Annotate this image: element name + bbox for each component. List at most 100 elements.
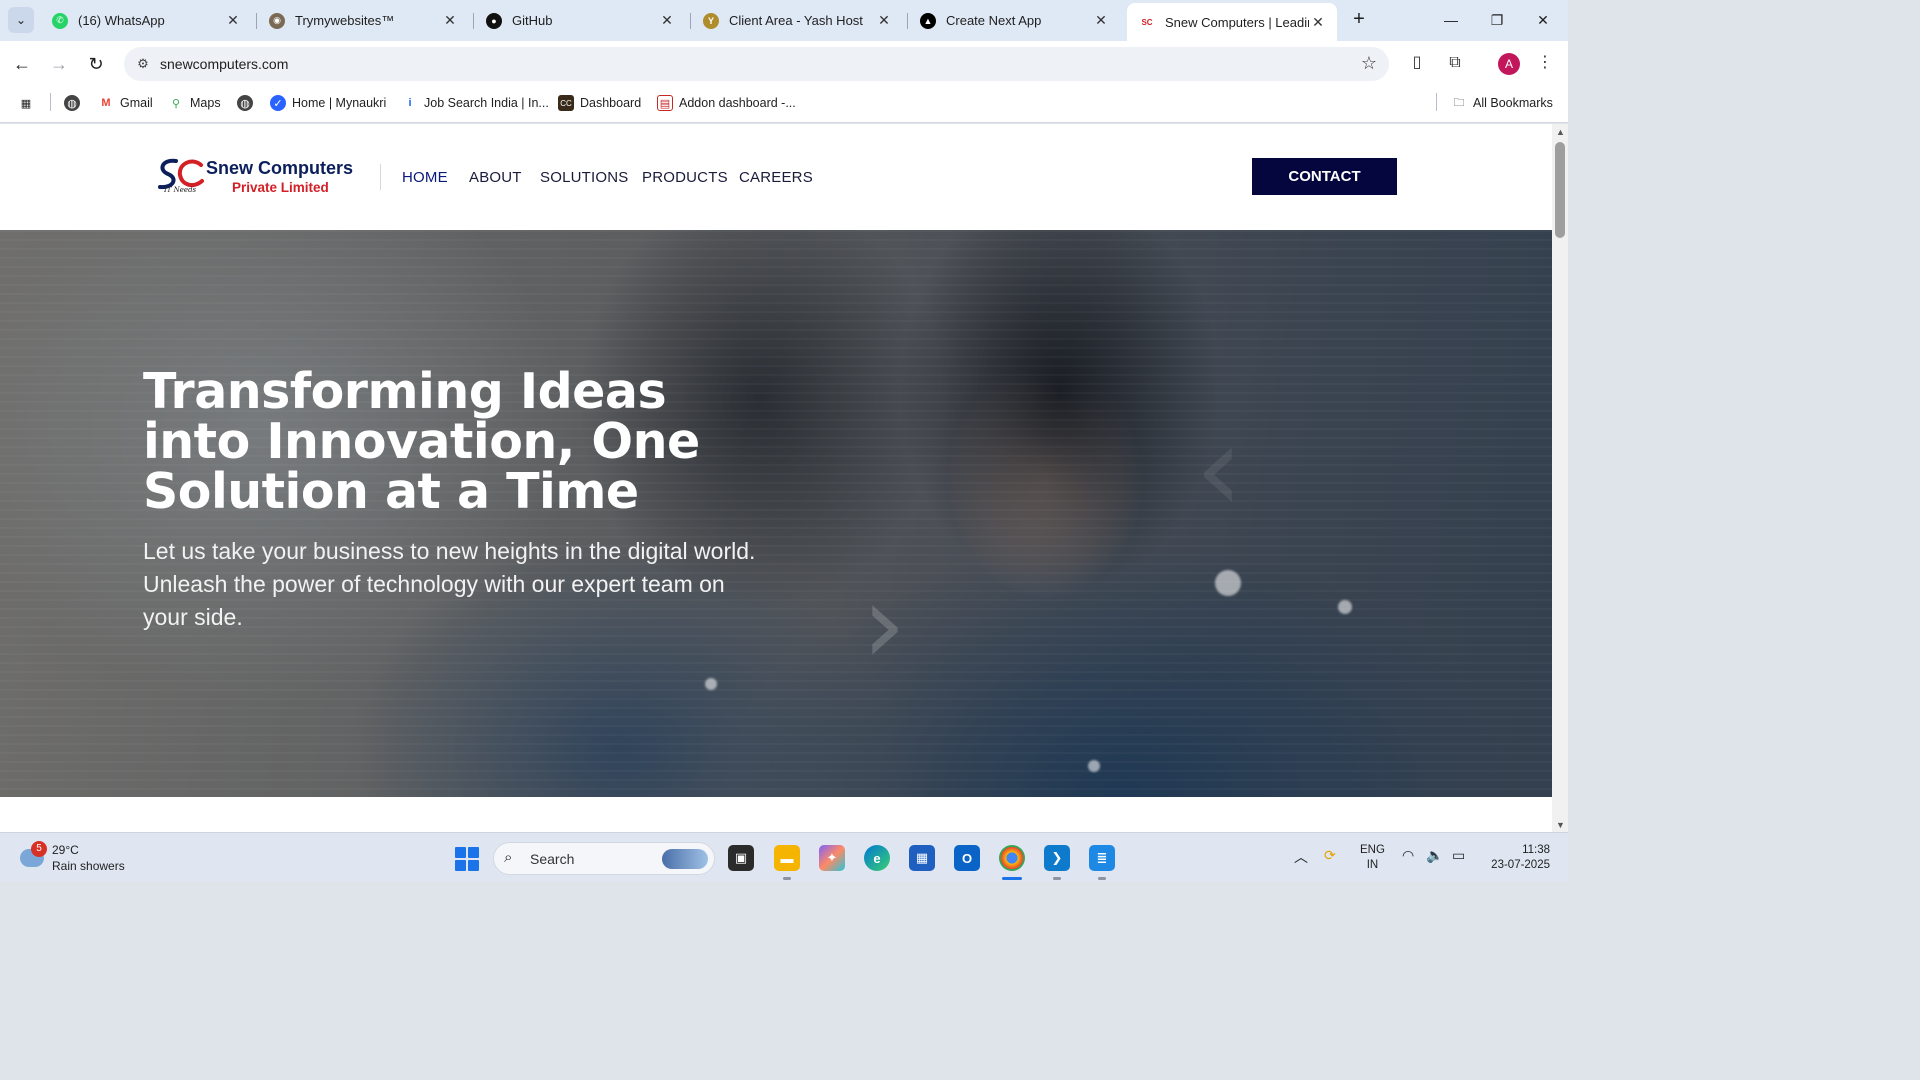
close-icon[interactable]: ✕ [1092,12,1110,29]
logo-subtitle: Private Limited [232,180,329,195]
minimize-icon: — [1444,12,1458,28]
bookmark-dashboard[interactable]: CC Dashboard [558,95,641,111]
nav-home[interactable]: HOME [402,169,448,186]
windows-start-icon[interactable] [455,847,479,871]
browser-toolbar: ← → ↻ ⚙ snewcomputers.com ☆ ▯ ⧉ A ⋮ [0,41,1568,87]
new-tab-button[interactable]: + [1348,8,1370,30]
bookmark-globe-1[interactable]: ◍ [64,95,86,111]
profile-avatar[interactable]: A [1498,53,1520,75]
bookmark-addon-dashboard[interactable]: ▤ Addon dashboard -... [657,95,796,111]
tab-title: Client Area - Yash Host [729,13,863,28]
hero-light-decoration [705,678,717,690]
tray-overflow-chevron-icon[interactable]: ︿ [1294,847,1308,867]
globe-icon: ◍ [64,95,80,111]
nav-about[interactable]: ABOUT [469,169,522,186]
tab-strip: ⌄ ✆ (16) WhatsApp ✕ ◉ Trymywebsites™ ✕ ●… [0,0,1568,41]
close-icon[interactable]: ✕ [1309,14,1327,31]
snew-favicon: SC [1139,14,1155,30]
site-info-icon[interactable]: ⚙ [134,55,152,73]
search-icon: ⌕ [504,849,513,866]
close-window-button[interactable]: ✕ [1520,6,1566,34]
close-icon[interactable]: ✕ [224,12,242,29]
wifi-icon[interactable]: ◠ [1402,847,1414,864]
microsoft-store-icon[interactable]: ▦ [909,845,935,871]
tab-title: (16) WhatsApp [78,13,165,28]
page-viewport: IT Needs Snew Computers Private Limited … [0,124,1552,832]
site-logo[interactable]: IT Needs Snew Computers Private Limited [156,154,366,198]
arrow-left-icon: ← [13,54,31,74]
sync-icon[interactable]: ⟳ [1324,847,1336,864]
all-bookmarks-label: All Bookmarks [1473,96,1553,110]
page-scrollbar[interactable]: ▲ ▼ [1552,124,1568,832]
hero-light-decoration [1338,600,1352,614]
bookmark-globe-2[interactable]: ◍ [237,95,259,111]
scroll-up-arrow-icon[interactable]: ▲ [1556,127,1565,137]
bookmark-maps[interactable]: ⚲ Maps [168,95,221,111]
tab-search-button[interactable]: ⌄ [8,7,34,33]
close-icon[interactable]: ✕ [441,12,459,29]
contact-button[interactable]: CONTACT [1252,158,1397,195]
nav-solutions[interactable]: SOLUTIONS [540,169,628,186]
url-text[interactable]: snewcomputers.com [160,56,288,72]
tab-create-next-app[interactable]: ▲ Create Next App ✕ [908,5,1120,36]
gmail-icon: M [101,97,111,109]
system-clock[interactable]: 11:38 23-07-2025 [1480,843,1550,873]
app-running-indicator [1053,877,1061,880]
hero-banner: ‹ › Transforming Ideas into Innovation, … [0,230,1552,797]
bookmark-indeed[interactable]: i Job Search India | In... [402,95,548,111]
vscode-icon[interactable]: ❯ [1044,845,1070,871]
taskbar-search-label: Search [530,851,575,867]
tab-title: Snew Computers | Leading [1165,14,1309,30]
bookmark-label: Maps [190,96,221,110]
apps-grid-icon: ▦ [20,97,32,110]
forward-button[interactable]: → [45,50,73,78]
tab-title: Create Next App [946,13,1042,28]
close-icon[interactable]: ✕ [875,12,893,29]
clock-time: 11:38 [1522,844,1550,856]
apps-button[interactable]: ▦ [18,95,40,111]
app-running-indicator [1098,877,1106,880]
tab-whatsapp[interactable]: ✆ (16) WhatsApp ✕ [40,5,252,36]
reading-mode-icon[interactable]: ▯ [1405,51,1429,75]
battery-icon[interactable]: ▭ [1452,847,1465,864]
scroll-down-arrow-icon[interactable]: ▼ [1556,820,1565,830]
menu-kebab-icon[interactable]: ⋮ [1533,51,1557,75]
bookmark-label: Addon dashboard -... [679,96,796,110]
address-bar[interactable]: ⚙ snewcomputers.com ☆ [124,47,1389,81]
tab-yash-host[interactable]: Y Client Area - Yash Host ✕ [691,5,903,36]
extensions-icon[interactable]: ⧉ [1443,51,1467,75]
minimize-button[interactable]: — [1428,6,1474,34]
hero-light-decoration [1215,570,1241,596]
file-explorer-icon[interactable]: ▬ [774,845,800,871]
bookmark-star-icon[interactable]: ☆ [1361,53,1377,74]
nextjs-icon: ▲ [920,12,936,29]
outlook-icon[interactable]: O [954,845,980,871]
scroll-thumb[interactable] [1555,142,1565,238]
language-code: ENG [1360,844,1385,856]
close-icon[interactable]: ✕ [658,12,676,29]
notepad-icon[interactable]: ≣ [1089,845,1115,871]
nav-products[interactable]: PRODUCTS [642,169,728,186]
copilot-icon[interactable]: ✦ [819,845,845,871]
volume-icon[interactable]: 🔈 [1426,847,1443,864]
indeed-icon: i [408,97,412,109]
tab-github[interactable]: ● GitHub ✕ [474,5,686,36]
tab-snew-computers[interactable]: SC Snew Computers | Leading ✕ [1127,3,1337,41]
taskbar-search[interactable]: ⌕ Search [493,842,715,875]
bookmark-gmail[interactable]: M Gmail [98,95,152,111]
edge-icon[interactable]: e [864,845,890,871]
tab-trymywebsites[interactable]: ◉ Trymywebsites™ ✕ [257,5,469,36]
language-indicator[interactable]: ENG IN [1360,843,1385,873]
reload-button[interactable]: ↻ [82,50,110,78]
bookmark-mynaukri[interactable]: ✓ Home | Mynaukri [270,95,386,111]
chrome-icon[interactable] [999,845,1025,871]
weather-widget[interactable]: 5 29°C Rain showers [18,841,158,875]
hero-title: Transforming Ideas into Innovation, One … [143,363,700,520]
all-bookmarks-button[interactable]: 🗀 All Bookmarks [1451,95,1553,111]
back-button[interactable]: ← [8,50,36,78]
task-view-icon[interactable]: ▣ [728,845,754,871]
hero-subtitle: Let us take your business to new heights… [143,538,756,630]
search-highlight-art [662,849,708,869]
nav-careers[interactable]: CAREERS [739,169,813,186]
restore-button[interactable]: ❐ [1474,6,1520,34]
